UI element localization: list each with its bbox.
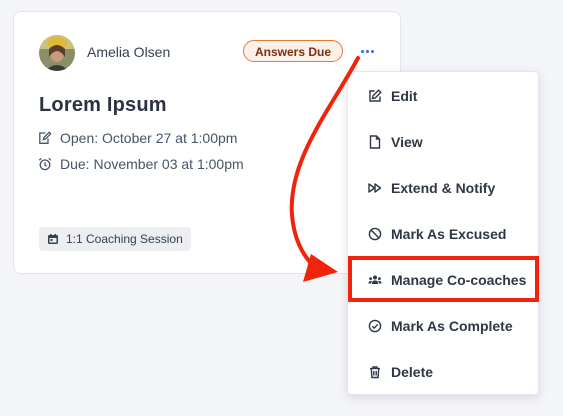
- menu-item-label: Manage Co-coaches: [391, 272, 527, 288]
- menu-item-manage-co-coaches[interactable]: Manage Co-coaches: [348, 259, 538, 301]
- assignment-card: Amelia Olsen Answers Due Lorem Ipsum Ope…: [13, 11, 401, 274]
- open-date-text: Open: October 27 at 1:00pm: [60, 130, 238, 146]
- menu-item-label: Mark As Excused: [391, 226, 507, 242]
- menu-item-label: Edit: [391, 88, 418, 104]
- status-badge: Answers Due: [243, 40, 344, 62]
- card-title: Lorem Ipsum: [39, 94, 167, 116]
- menu-item-delete[interactable]: Delete: [348, 351, 538, 393]
- due-date-text: Due: November 03 at 1:00pm: [60, 156, 244, 172]
- user-name: Amelia Olsen: [87, 44, 171, 60]
- check-circle-icon: [368, 319, 382, 333]
- trash-icon: [370, 366, 380, 379]
- dot: [370, 49, 374, 53]
- open-date-row: Open: October 27 at 1:00pm: [38, 130, 237, 146]
- menu-item-mark-complete[interactable]: Mark As Complete: [348, 305, 538, 347]
- fast-forward-icon: [368, 183, 382, 193]
- users-icon: [368, 275, 382, 284]
- dot: [365, 49, 369, 53]
- more-options-button[interactable]: [357, 41, 377, 61]
- calendar-icon: [48, 234, 58, 244]
- actions-dropdown-menu: Edit View Extend & Notify Mark As Excuse…: [347, 71, 539, 395]
- edit-calendar-icon: [39, 131, 52, 144]
- edit-icon: [369, 89, 382, 102]
- due-date-row: Due: November 03 at 1:00pm: [38, 156, 244, 172]
- menu-item-extend-notify[interactable]: Extend & Notify: [348, 167, 538, 209]
- menu-item-mark-excused[interactable]: Mark As Excused: [348, 213, 538, 255]
- menu-item-label: Extend & Notify: [391, 180, 496, 196]
- prohibited-icon: [368, 227, 382, 241]
- menu-item-label: Mark As Complete: [391, 318, 513, 334]
- menu-item-view[interactable]: View: [348, 121, 538, 163]
- alarm-clock-icon: [38, 157, 52, 171]
- avatar: [39, 35, 75, 71]
- menu-item-label: View: [391, 134, 423, 150]
- session-type-tag: 1:1 Coaching Session: [39, 227, 191, 251]
- menu-item-label: Delete: [391, 364, 434, 380]
- file-icon: [369, 135, 381, 149]
- session-tag-label: 1:1 Coaching Session: [66, 232, 183, 246]
- dot: [360, 49, 364, 53]
- menu-item-edit[interactable]: Edit: [348, 75, 538, 117]
